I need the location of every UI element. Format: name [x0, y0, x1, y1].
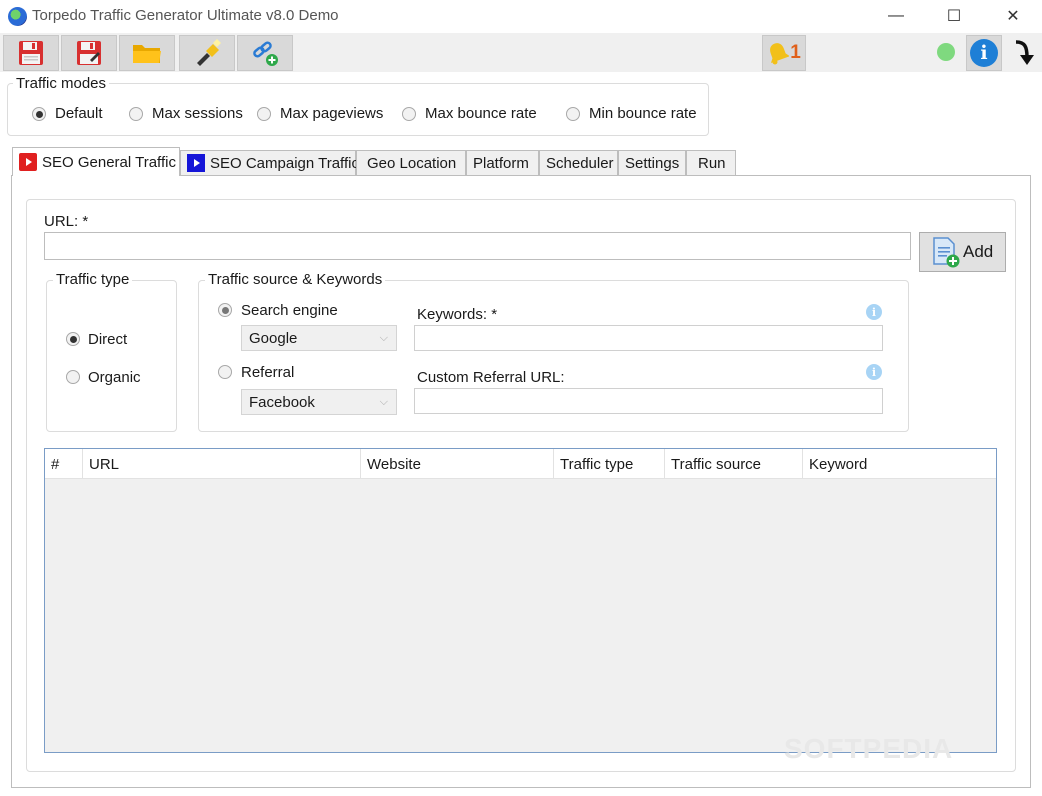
open-folder-icon: [133, 45, 161, 63]
save-icon: [19, 41, 43, 65]
referral-select[interactable]: Facebook ⌵: [241, 389, 397, 415]
custom-referral-info-icon[interactable]: i: [866, 364, 882, 380]
tab-run[interactable]: Run: [686, 150, 736, 175]
column-header-url[interactable]: URL: [83, 449, 361, 479]
minimize-button[interactable]: —: [873, 0, 919, 32]
column-header-keyword[interactable]: Keyword: [803, 449, 996, 479]
traffic-type-organic-radio[interactable]: [66, 370, 80, 384]
tab-settings[interactable]: Settings: [618, 150, 686, 175]
add-url-button[interactable]: Add: [919, 232, 1006, 272]
url-table[interactable]: # URL Website Traffic type Traffic sourc…: [44, 448, 997, 753]
keywords-label: Keywords: *: [417, 306, 498, 323]
mode-max-sessions-label: Max sessions: [152, 105, 243, 122]
chevron-down-icon: ⌵: [379, 332, 388, 344]
window-title: Torpedo Traffic Generator Ultimate v8.0 …: [32, 7, 339, 24]
column-header-traffic-source[interactable]: Traffic source: [665, 449, 803, 479]
play-blue-icon: [187, 154, 205, 172]
traffic-type-organic-label: Organic: [88, 369, 141, 386]
flashlight-icon: [197, 39, 221, 66]
traffic-modes-label: Traffic modes: [13, 75, 110, 92]
watermark: SOFTPEDIA: [784, 733, 954, 764]
mode-min-bounce-radio[interactable]: [566, 107, 580, 121]
traffic-type-direct-label: Direct: [88, 331, 128, 348]
add-button-label: Add: [963, 242, 994, 261]
mode-max-pageviews-radio[interactable]: [257, 107, 271, 121]
traffic-source-label: Traffic source & Keywords: [205, 271, 386, 288]
column-header-website[interactable]: Website: [361, 449, 554, 479]
info-button[interactable]: i: [966, 35, 1002, 71]
update-button[interactable]: [1008, 36, 1040, 70]
info-icon: i: [970, 39, 998, 67]
referral-label: Referral: [241, 364, 295, 381]
title-bar: Torpedo Traffic Generator Ultimate v8.0 …: [0, 0, 1042, 32]
mode-max-bounce-label: Max bounce rate: [425, 105, 537, 122]
maximize-button[interactable]: ☐: [931, 0, 977, 32]
url-input[interactable]: [44, 232, 911, 260]
chevron-down-icon: ⌵: [379, 396, 388, 408]
tab-label: SEO Campaign Traffic: [210, 154, 359, 172]
column-header-traffic-type[interactable]: Traffic type: [554, 449, 665, 479]
tab-label: Scheduler: [546, 154, 614, 172]
tab-platform[interactable]: Platform: [466, 150, 539, 175]
tab-label: SEO General Traffic: [42, 153, 176, 171]
referral-radio[interactable]: [218, 365, 232, 379]
bell-icon: [770, 43, 790, 65]
mode-default-label: Default: [55, 105, 103, 122]
save-button[interactable]: [3, 35, 59, 71]
mode-max-sessions-radio[interactable]: [129, 107, 143, 121]
column-header-index[interactable]: #: [45, 449, 83, 479]
tab-seo-campaign-traffic[interactable]: SEO Campaign Traffic: [180, 150, 359, 175]
referral-value: Facebook: [249, 393, 315, 411]
status-indicator: [937, 43, 955, 61]
close-button[interactable]: ✕: [990, 0, 1036, 32]
play-red-icon: [19, 153, 37, 171]
search-engine-radio[interactable]: [218, 303, 232, 317]
tab-label: Run: [698, 154, 726, 172]
mode-max-bounce-radio[interactable]: [402, 107, 416, 121]
add-link-icon: [253, 41, 278, 66]
tab-geo-location[interactable]: Geo Location: [356, 150, 466, 175]
add-document-icon: [933, 237, 960, 268]
open-button[interactable]: [119, 35, 175, 71]
add-link-button[interactable]: [237, 35, 293, 71]
custom-referral-label: Custom Referral URL:: [417, 369, 565, 386]
flashlight-button[interactable]: [179, 35, 235, 71]
search-engine-select[interactable]: Google ⌵: [241, 325, 397, 351]
tab-label: Settings: [625, 154, 680, 172]
tab-label: Geo Location: [367, 154, 457, 172]
search-engine-label: Search engine: [241, 302, 338, 319]
tab-scheduler[interactable]: Scheduler: [539, 150, 618, 175]
url-label: URL: *: [44, 213, 89, 230]
mode-default-radio[interactable]: [32, 107, 46, 121]
search-engine-value: Google: [249, 329, 298, 347]
save-as-icon: [77, 41, 101, 65]
app-logo-icon: [8, 7, 27, 26]
keywords-input[interactable]: [414, 325, 883, 351]
traffic-type-label: Traffic type: [53, 271, 133, 288]
traffic-type-direct-radio[interactable]: [66, 332, 80, 346]
mode-min-bounce-label: Min bounce rate: [589, 105, 697, 122]
save-as-button[interactable]: [61, 35, 117, 71]
notifications-button[interactable]: 1: [762, 35, 806, 71]
toolbar: 1: [0, 33, 1042, 72]
custom-referral-input[interactable]: [414, 388, 883, 414]
notification-count: 1: [790, 42, 801, 63]
keywords-info-icon[interactable]: i: [866, 304, 882, 320]
tab-seo-general-traffic[interactable]: SEO General Traffic: [12, 147, 180, 176]
tab-label: Platform: [473, 154, 529, 172]
arrow-down-icon: [1015, 40, 1034, 65]
table-header: # URL Website Traffic type Traffic sourc…: [45, 449, 996, 479]
traffic-type-group: [46, 280, 177, 432]
mode-max-pageviews-label: Max pageviews: [280, 105, 384, 122]
